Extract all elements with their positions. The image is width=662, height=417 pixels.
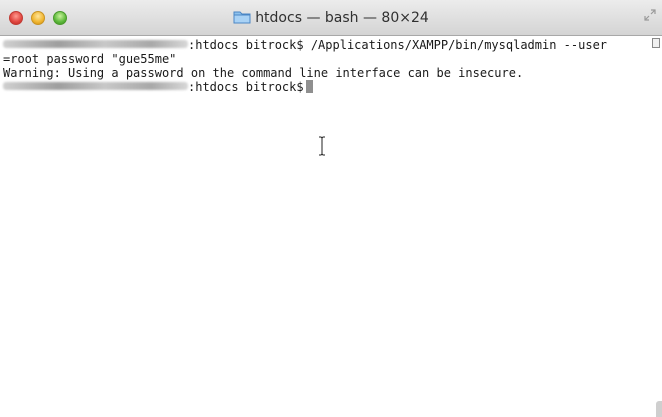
warning-text: Warning: Using a password on the command… xyxy=(3,66,524,80)
command-continuation: =root password "gue55me" xyxy=(3,52,177,66)
terminal-window: htdocs — bash — 80×24 :htdocs bitrock$ /… xyxy=(0,0,662,417)
split-view-icon[interactable] xyxy=(652,38,660,48)
terminal-output[interactable]: :htdocs bitrock$ /Applications/XAMPP/bin… xyxy=(0,36,662,417)
terminal-line: :htdocs bitrock$ xyxy=(3,80,313,94)
folder-icon xyxy=(233,11,251,24)
terminal-line: =root password "gue55me" xyxy=(3,52,176,66)
terminal-line: :htdocs bitrock$ /Applications/XAMPP/bin… xyxy=(3,38,607,52)
text-cursor xyxy=(305,80,313,93)
title-bar[interactable]: htdocs — bash — 80×24 xyxy=(0,0,662,36)
fullscreen-icon[interactable] xyxy=(644,9,656,21)
redacted-hostname xyxy=(3,40,188,48)
scrollbar-thumb[interactable] xyxy=(656,401,662,417)
ibeam-cursor-icon xyxy=(319,136,325,156)
window-title: htdocs — bash — 80×24 xyxy=(255,10,429,26)
redacted-hostname xyxy=(3,82,188,90)
window-title-container: htdocs — bash — 80×24 xyxy=(0,10,662,26)
terminal-line: Warning: Using a password on the command… xyxy=(3,66,523,80)
command-text: :htdocs bitrock$ /Applications/XAMPP/bin… xyxy=(188,38,608,52)
prompt-text: :htdocs bitrock$ xyxy=(188,80,304,94)
